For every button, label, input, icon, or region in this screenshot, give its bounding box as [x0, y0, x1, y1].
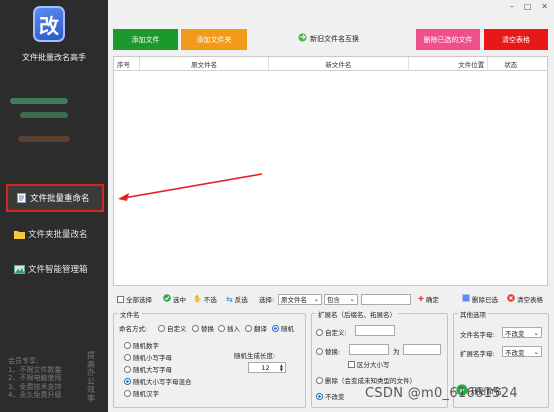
ext-case-dropdown[interactable]: 不改变 ⌄	[502, 346, 542, 357]
watermark: CSDN @m0_61661524	[365, 386, 518, 401]
mode-insert-radio[interactable]: 插入	[218, 323, 240, 333]
document-icon	[16, 193, 27, 203]
ext-unchanged-radio[interactable]: 不改变	[316, 391, 345, 401]
slogan-vertical: 提高办公效率	[87, 351, 95, 403]
nav-label: 文件智能管理箱	[28, 265, 88, 275]
blurred-account-info	[20, 112, 68, 118]
close-button[interactable]: ✕	[541, 2, 548, 11]
nav-label: 文件夹批量改名	[28, 230, 88, 240]
length-label: 随机生成长度:	[234, 352, 276, 360]
filename-case-dropdown[interactable]: 不改变 ⌄	[502, 327, 542, 338]
hand-icon: ✋	[193, 295, 202, 303]
ext-custom-input[interactable]	[355, 325, 395, 336]
match-dropdown[interactable]: 包含 ⌄	[324, 293, 358, 305]
ext-replace-radio[interactable]: 替换:	[316, 346, 340, 356]
filter-input[interactable]	[361, 293, 411, 305]
clear-icon	[507, 294, 515, 304]
select-button[interactable]: 选中	[163, 294, 186, 304]
field-dropdown[interactable]: 原文件名 ⌄	[278, 293, 322, 305]
swap-names-button[interactable]: 新旧文件名互换	[298, 33, 359, 44]
mode-random-radio[interactable]: 随机	[272, 323, 294, 333]
filename-group: 文件名 命名方式: 自定义 替换 插入 翻译 随机 随机数字 随机小写字母 随机…	[113, 309, 306, 408]
clear-table-small-button[interactable]: 清空表格	[507, 294, 543, 304]
mode-translate-radio[interactable]: 翻译	[245, 323, 267, 333]
chevron-down-icon: ⌄	[349, 295, 355, 303]
minimize-button[interactable]: –	[510, 2, 514, 11]
ext-case-label: 扩展名字母:	[460, 350, 495, 358]
group-title: 文件名	[118, 309, 142, 319]
ext-delete-radio[interactable]: 删除（会变成未知类型的文件）	[316, 375, 416, 385]
nav-batch-rename-folders[interactable]: 文件夹批量改名	[6, 220, 104, 248]
mode-custom-radio[interactable]: 自定义	[158, 323, 187, 333]
maximize-button[interactable]: □	[524, 2, 532, 11]
chevron-down-icon: ⌄	[313, 295, 319, 303]
length-stepper[interactable]: 12 ▲ ▼	[248, 362, 286, 373]
add-folder-button[interactable]: 添加文件夹	[181, 29, 247, 50]
nav-smart-file-manager[interactable]: 文件智能管理箱	[6, 255, 104, 283]
group-title: 扩展名（后缀名、拓展名）	[316, 309, 398, 319]
swap-icon	[298, 33, 307, 44]
ext-replace-to-input[interactable]	[403, 344, 441, 355]
mode-replace-radio[interactable]: 替换	[192, 323, 214, 333]
random-uppercase-radio[interactable]: 随机大写字母	[124, 364, 172, 374]
random-lowercase-radio[interactable]: 随机小写字母	[124, 352, 172, 362]
col-location[interactable]: 文件位置	[409, 57, 489, 70]
naming-mode-label: 命名方式:	[119, 325, 148, 333]
table-header: 序号 原文件名 新文件名 文件位置 状态	[114, 57, 547, 71]
file-table[interactable]: 序号 原文件名 新文件名 文件位置 状态	[113, 56, 548, 286]
case-sensitive-checkbox[interactable]: 区分大小写	[348, 359, 390, 369]
group-title: 其他选项	[458, 309, 488, 319]
nav-batch-rename-files[interactable]: 文件批量重命名	[6, 184, 104, 212]
member-benefits: 会员专享: 1、不限文件数量 2、不限电脑使用 3、免费技术支持 4、永久免费升…	[8, 357, 62, 399]
delete-selected-files-button[interactable]: 删除已选的文件	[416, 29, 480, 50]
random-mixed-case-radio[interactable]: 随机大小写字母混合	[124, 376, 192, 386]
ext-replace-from-input[interactable]	[349, 344, 389, 355]
add-file-button[interactable]: 添加文件	[113, 29, 178, 50]
filename-case-label: 文件名字母:	[460, 331, 495, 339]
delete-selected-button[interactable]: 删除已选	[462, 294, 498, 304]
chevron-down-icon: ⌄	[533, 347, 539, 356]
image-icon	[14, 264, 25, 274]
chevron-down-icon: ⌄	[533, 328, 539, 337]
choose-label: 选择:	[259, 296, 275, 304]
check-icon	[163, 294, 171, 304]
sidebar: 改 文件批量改名高手 文件批量重命名 文件夹批量改名 文件智能管理箱 会员专享:…	[0, 0, 108, 412]
confirm-icon: ✚	[418, 295, 424, 303]
col-new-name[interactable]: 新文件名	[269, 57, 409, 70]
blurred-account-info	[18, 136, 70, 142]
app-logo: 改	[33, 6, 65, 42]
nav-label: 文件批量重命名	[30, 194, 90, 204]
image-delete-icon	[462, 294, 470, 304]
col-original-name[interactable]: 原文件名	[140, 57, 270, 70]
blurred-account-info	[10, 98, 68, 104]
ext-custom-radio[interactable]: 自定义:	[316, 327, 347, 337]
window-controls: – □ ✕	[510, 2, 548, 11]
invert-button[interactable]: ⇆ 反选	[226, 294, 248, 305]
swap-arrows-icon: ⇆	[226, 294, 233, 304]
deselect-button[interactable]: ✋ 不选	[193, 294, 217, 304]
random-digits-radio[interactable]: 随机数字	[124, 340, 159, 350]
col-index[interactable]: 序号	[114, 57, 140, 70]
col-status[interactable]: 状态	[488, 57, 547, 70]
select-all-checkbox[interactable]: 全部选择	[117, 294, 152, 304]
confirm-button[interactable]: ✚ 确定	[418, 294, 439, 304]
clear-table-button[interactable]: 清空表格	[484, 29, 548, 50]
app-title: 文件批量改名高手	[22, 53, 86, 62]
stepper-arrows-icon[interactable]: ▲ ▼	[280, 363, 283, 372]
folder-icon	[14, 229, 25, 239]
random-chinese-radio[interactable]: 随机汉字	[124, 388, 159, 398]
to-label: 为	[393, 348, 400, 356]
selection-bar: 全部选择 选中 ✋ 不选 ⇆ 反选 选择: 原文件名 ⌄ 包含 ⌄ ✚ 确定 删除已…	[113, 292, 553, 306]
